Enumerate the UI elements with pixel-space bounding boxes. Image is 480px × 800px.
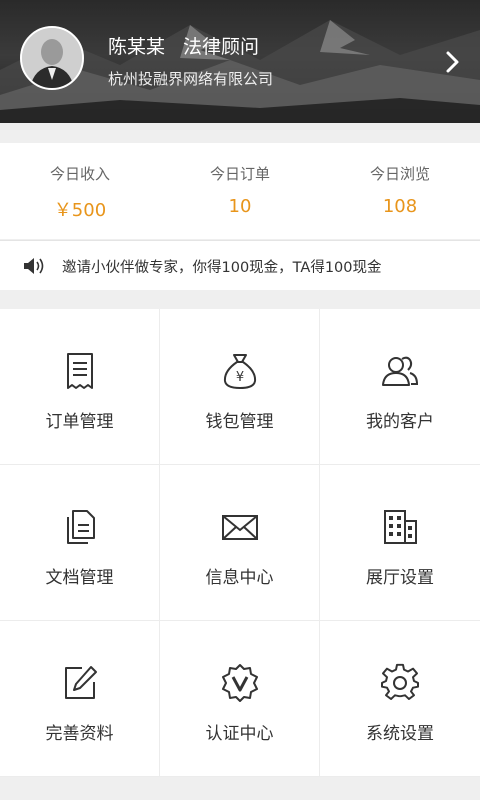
menu-label: 系统设置 (366, 724, 434, 744)
menu-label: 订单管理 (45, 412, 114, 432)
money-bag-icon: ¥ (223, 354, 257, 389)
invite-text: 邀请小伙伴做专家，你得100现金，TA得100现金 (62, 260, 382, 276)
menu-label: 信息中心 (205, 568, 274, 588)
menu-item-settings[interactable]: 系统设置 (320, 621, 480, 777)
menu-item-customers[interactable]: 我的客户 (320, 309, 480, 465)
stats-panel: 今日收入 ￥500 今日订单 10 今日浏览 108 (0, 143, 480, 239)
menu-label: 文档管理 (45, 568, 114, 588)
svg-text:¥: ¥ (236, 370, 244, 385)
customers-icon (382, 356, 419, 386)
invite-notice[interactable]: 邀请小伙伴做专家，你得100现金，TA得100现金 (0, 240, 480, 290)
verified-icon (222, 664, 258, 702)
stat-label: 今日订单 (209, 165, 270, 183)
menu-label: 展厅设置 (366, 568, 434, 588)
receipt-icon (67, 353, 93, 389)
profile-header[interactable]: 陈某某 法律顾问 杭州投融界网络有限公司 (0, 0, 480, 123)
profile-title: 法律顾问 (183, 36, 260, 58)
gear-icon (381, 663, 419, 701)
chevron-right-icon[interactable] (440, 50, 464, 74)
menu-label: 认证中心 (205, 724, 274, 744)
edit-icon (65, 666, 97, 699)
stat-label: 今日浏览 (369, 165, 430, 183)
stat-orders[interactable]: 今日订单 10 (160, 143, 320, 239)
menu-item-verification[interactable]: 认证中心 (160, 621, 320, 777)
stat-income[interactable]: 今日收入 ￥500 (0, 143, 160, 239)
speaker-icon (24, 258, 44, 274)
menu-label: 完善资料 (45, 724, 114, 744)
building-icon (384, 510, 417, 544)
stat-value: 108 (382, 196, 418, 217)
envelope-icon (222, 515, 258, 540)
menu-item-wallet[interactable]: ¥ 钱包管理 (160, 309, 320, 465)
menu-item-orders[interactable]: 订单管理 (0, 309, 160, 465)
profile-name-line: 陈某某 法律顾问 (108, 32, 259, 59)
stat-value: 10 (228, 196, 252, 217)
documents-icon (67, 510, 95, 544)
menu-item-profile-edit[interactable]: 完善资料 (0, 621, 160, 777)
stat-value: ￥500 (53, 200, 107, 221)
stat-views[interactable]: 今日浏览 108 (320, 143, 480, 239)
profile-company: 杭州投融界网络有限公司 (108, 70, 274, 88)
profile-name: 陈某某 (108, 36, 166, 58)
menu-label: 我的客户 (366, 412, 434, 432)
avatar[interactable] (20, 26, 84, 90)
menu-grid: 订单管理 ¥ 钱包管理 我的客户 文档管理 信息中心 展厅设置 完善资料 认证中… (0, 309, 480, 777)
stat-label: 今日收入 (49, 165, 110, 183)
menu-item-messages[interactable]: 信息中心 (160, 465, 320, 621)
menu-item-showroom[interactable]: 展厅设置 (320, 465, 480, 621)
menu-label: 钱包管理 (205, 412, 274, 432)
menu-item-documents[interactable]: 文档管理 (0, 465, 160, 621)
